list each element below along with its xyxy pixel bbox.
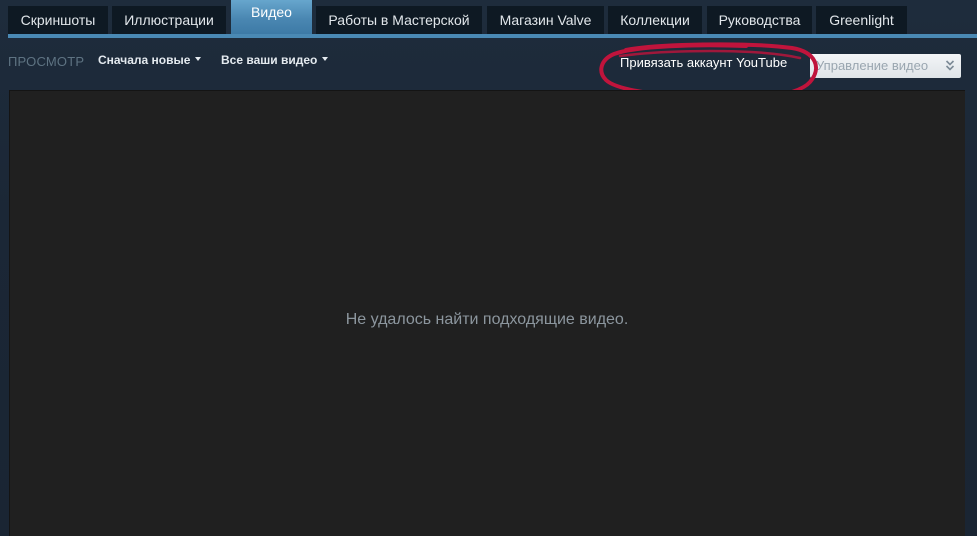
link-youtube-button[interactable]: Привязать аккаунт YouTube bbox=[606, 54, 801, 74]
tab-label: Greenlight bbox=[829, 12, 894, 28]
sort-dropdown-label: Сначала новые bbox=[98, 53, 191, 67]
tab-label: Работы в Мастерской bbox=[328, 12, 470, 28]
double-chevron-down-icon bbox=[945, 54, 955, 86]
tab-workshop[interactable]: Работы в Мастерской bbox=[316, 6, 482, 34]
videos-panel: Не удалось найти подходящие видео. bbox=[9, 90, 965, 536]
tab-label: Магазин Valve bbox=[499, 12, 592, 28]
tab-label: Иллюстрации bbox=[124, 12, 214, 28]
manage-videos-label: Управление видео bbox=[816, 58, 929, 73]
tab-videos[interactable]: Видео bbox=[231, 0, 312, 34]
sort-dropdown[interactable]: Сначала новые bbox=[98, 53, 202, 67]
toolbar: ПРОСМОТР Сначала новые Все ваши видео Пр… bbox=[0, 44, 977, 88]
tab-greenlight[interactable]: Greenlight bbox=[816, 6, 907, 34]
empty-message: Не удалось найти подходящие видео. bbox=[345, 311, 629, 328]
view-label: ПРОСМОТР bbox=[8, 54, 85, 69]
tab-guides[interactable]: Руководства bbox=[707, 6, 812, 34]
filter-dropdown[interactable]: Все ваши видео bbox=[221, 53, 329, 67]
caret-down-icon bbox=[322, 57, 329, 61]
tab-screenshots[interactable]: Скриншоты bbox=[8, 6, 108, 34]
tab-collections[interactable]: Коллекции bbox=[608, 6, 702, 34]
tab-label: Коллекции bbox=[620, 12, 690, 28]
tab-label: Видео bbox=[251, 4, 292, 20]
caret-down-icon bbox=[195, 57, 202, 61]
manage-videos-button[interactable]: Управление видео bbox=[810, 54, 961, 78]
tab-underline bbox=[8, 34, 977, 38]
tab-bar: Скриншоты Иллюстрации Видео Работы в Мас… bbox=[0, 0, 977, 40]
tab-label: Руководства bbox=[718, 12, 801, 28]
tab-artwork[interactable]: Иллюстрации bbox=[112, 6, 226, 34]
filter-dropdown-label: Все ваши видео bbox=[221, 53, 318, 67]
tab-label: Скриншоты bbox=[20, 12, 96, 28]
tab-valve-store[interactable]: Магазин Valve bbox=[487, 6, 604, 34]
